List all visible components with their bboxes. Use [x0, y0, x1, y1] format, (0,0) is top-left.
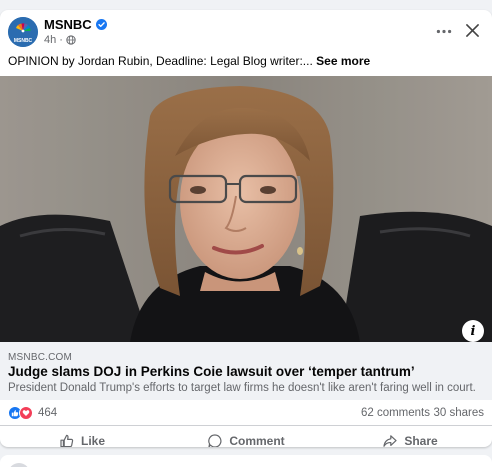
more-options-button[interactable] [434, 24, 454, 38]
post-header: MSNBC MSNBC 4h · [0, 10, 492, 54]
comments-count[interactable]: 62 comments [361, 407, 430, 419]
see-more-link[interactable]: See more [316, 54, 370, 68]
post-text-body: OPINION by Jordan Rubin, Deadline: Legal… [8, 54, 313, 68]
peacock-logo-icon: MSNBC [8, 17, 38, 47]
share-button[interactable]: Share [328, 428, 492, 447]
verified-badge-icon [95, 19, 107, 30]
share-label: Share [404, 434, 438, 447]
comment-label: Comment [229, 434, 285, 447]
info-icon: i [470, 323, 476, 339]
link-preview[interactable]: MSNBC.COM Judge slams DOJ in Perkins Coi… [0, 342, 492, 400]
page-name[interactable]: MSNBC [44, 17, 107, 32]
action-bar: Like Comment Share [0, 428, 492, 447]
info-button[interactable]: i [462, 320, 484, 342]
more-horizontal-icon [436, 29, 452, 33]
judge-portrait-image [0, 76, 492, 342]
post-meta: 4h · [44, 34, 76, 46]
comment-button[interactable]: Comment [164, 428, 328, 447]
love-reaction-icon [19, 406, 33, 420]
share-arrow-icon [383, 435, 397, 447]
avatar-wordmark: MSNBC [14, 38, 33, 44]
next-post-avatar[interactable] [8, 463, 30, 467]
timestamp[interactable]: 4h [44, 34, 56, 46]
next-post-card [0, 455, 492, 467]
comment-bubble-icon [208, 434, 222, 447]
globe-icon [66, 35, 76, 45]
shares-count[interactable]: 30 shares [433, 407, 484, 419]
link-domain: MSNBC.COM [8, 352, 73, 363]
like-button[interactable]: Like [0, 428, 164, 447]
link-description: President Donald Trump's efforts to targ… [8, 382, 476, 394]
page-name-text[interactable]: MSNBC [44, 17, 92, 32]
post-card: MSNBC MSNBC 4h · OPINION by Jordan Rubin… [0, 10, 492, 447]
close-button[interactable] [462, 20, 482, 40]
engagement-stats: 464 62 comments 30 shares [0, 400, 492, 426]
post-text: OPINION by Jordan Rubin, Deadline: Legal… [8, 54, 370, 68]
close-icon [465, 23, 479, 37]
article-image[interactable]: i [0, 76, 492, 342]
reaction-icons[interactable] [8, 406, 33, 420]
msnbc-avatar[interactable]: MSNBC [8, 17, 38, 47]
reactions-count[interactable]: 464 [38, 407, 57, 419]
like-label: Like [80, 434, 105, 447]
link-title[interactable]: Judge slams DOJ in Perkins Coie lawsuit … [8, 364, 415, 379]
thumbs-up-icon [60, 434, 74, 447]
meta-separator: · [59, 34, 63, 46]
